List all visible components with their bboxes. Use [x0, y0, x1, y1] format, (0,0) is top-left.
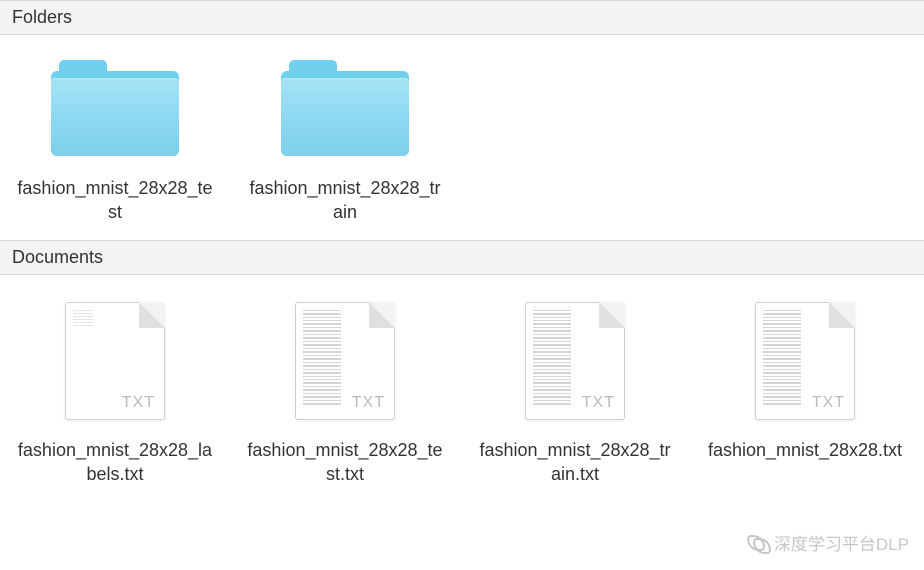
- file-item[interactable]: TXT fashion_mnist_28x28_test.txt: [240, 300, 450, 487]
- wechat-icon: [747, 533, 769, 552]
- folder-item[interactable]: fashion_mnist_28x28_train: [240, 60, 450, 225]
- file-label: fashion_mnist_28x28.txt: [708, 438, 902, 462]
- folder-item[interactable]: fashion_mnist_28x28_test: [10, 60, 220, 225]
- documents-section-header: Documents: [0, 240, 924, 275]
- documents-container: TXT fashion_mnist_28x28_labels.txt TXT f…: [0, 275, 924, 502]
- file-extension: TXT: [352, 394, 385, 412]
- file-extension: TXT: [122, 394, 155, 412]
- folder-label: fashion_mnist_28x28_train: [245, 176, 445, 225]
- folder-label: fashion_mnist_28x28_test: [15, 176, 215, 225]
- file-extension: TXT: [582, 394, 615, 412]
- txt-file-icon: TXT: [295, 302, 395, 420]
- folders-container: fashion_mnist_28x28_test fashion_mnist_2…: [0, 35, 924, 240]
- file-item[interactable]: TXT fashion_mnist_28x28.txt: [700, 300, 910, 487]
- file-label: fashion_mnist_28x28_train.txt: [475, 438, 675, 487]
- txt-file-icon: TXT: [755, 302, 855, 420]
- file-item[interactable]: TXT fashion_mnist_28x28_labels.txt: [10, 300, 220, 487]
- file-item[interactable]: TXT fashion_mnist_28x28_train.txt: [470, 300, 680, 487]
- watermark: 深度学习平台DLP: [747, 530, 909, 555]
- file-label: fashion_mnist_28x28_labels.txt: [15, 438, 215, 487]
- file-label: fashion_mnist_28x28_test.txt: [245, 438, 445, 487]
- txt-file-icon: TXT: [65, 302, 165, 420]
- txt-file-icon: TXT: [525, 302, 625, 420]
- folders-section-header: Folders: [0, 0, 924, 35]
- file-extension: TXT: [812, 394, 845, 412]
- watermark-text: 深度学习平台DLP: [774, 530, 909, 555]
- folder-icon: [281, 60, 409, 156]
- folder-icon: [51, 60, 179, 156]
